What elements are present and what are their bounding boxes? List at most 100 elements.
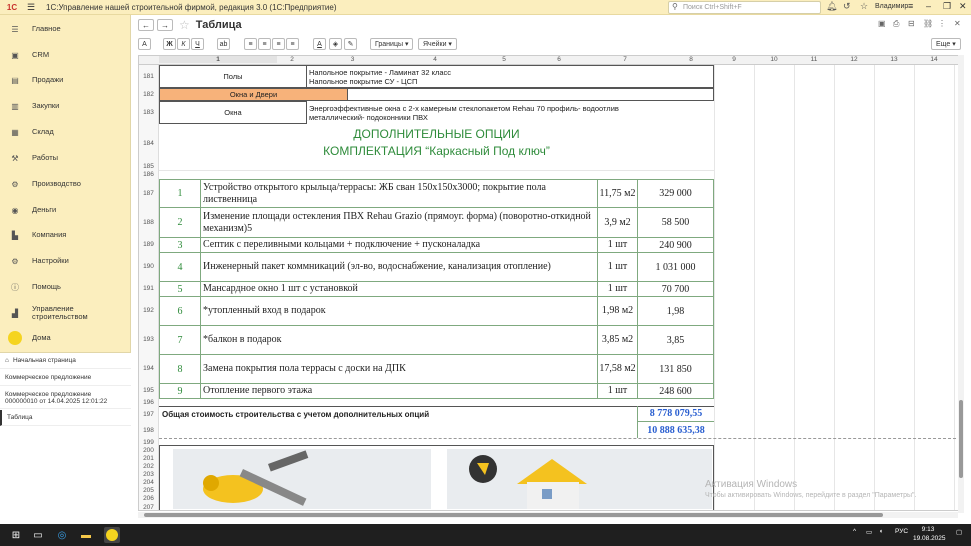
- onec-app-icon[interactable]: [104, 527, 120, 543]
- restore-icon[interactable]: ❐: [943, 1, 951, 12]
- pen-icon[interactable]: ✎: [344, 38, 357, 50]
- row-number[interactable]: 191: [139, 281, 159, 296]
- bell-icon[interactable]: 🔔︎: [826, 1, 837, 12]
- row-number[interactable]: 188: [139, 207, 159, 237]
- open-window-offer[interactable]: Коммерческое предложение: [0, 370, 131, 386]
- preview-icon[interactable]: ⊟: [908, 19, 915, 28]
- row-number[interactable]: 193: [139, 325, 159, 354]
- row-number[interactable]: 186: [139, 170, 159, 179]
- user-name[interactable]: Владимир: [875, 3, 908, 10]
- main-menu-icon[interactable]: ☰: [24, 2, 38, 13]
- option-text[interactable]: Изменение площади остекления ПВХ Rehau G…: [200, 207, 598, 238]
- forward-button[interactable]: →: [157, 19, 173, 31]
- row-number[interactable]: 197: [139, 406, 159, 422]
- option-price[interactable]: 3,85: [637, 325, 714, 355]
- text-color-icon[interactable]: A: [313, 38, 326, 50]
- sidebar-item-production[interactable]: ⚙ Производство: [0, 174, 131, 194]
- option-text[interactable]: Устройство открытого крыльца/террасы: ЖБ…: [200, 179, 598, 208]
- windows-start-icon[interactable]: ⊞: [8, 527, 24, 543]
- total-value-1[interactable]: 8 778 079,55: [637, 406, 714, 422]
- sidebar-item-purchases[interactable]: ▥ Закупки: [0, 96, 131, 116]
- row-number[interactable]: 184: [139, 124, 159, 162]
- link-icon[interactable]: ⛓: [923, 19, 933, 28]
- sidebar-item-help[interactable]: ⓘ Помощь: [0, 277, 131, 297]
- save-icon[interactable]: ▣: [878, 19, 886, 28]
- row-number[interactable]: 205: [139, 486, 159, 494]
- option-number[interactable]: 4: [159, 252, 201, 282]
- cells-dropdown[interactable]: Ячейки ▾: [418, 38, 457, 50]
- option-text[interactable]: Септик с переливными кольцами + подключе…: [200, 237, 598, 253]
- vertical-scrollbar[interactable]: [958, 55, 964, 513]
- row-number[interactable]: 185: [139, 162, 159, 170]
- option-qty[interactable]: 17,58 м2: [597, 354, 638, 384]
- column-header[interactable]: 9: [714, 56, 754, 63]
- option-price[interactable]: 329 000: [637, 179, 714, 208]
- sidebar-item-houses[interactable]: Дома: [0, 328, 131, 348]
- option-text[interactable]: Замена покрытия пола террасы с доски на …: [200, 354, 598, 384]
- option-number[interactable]: 7: [159, 325, 201, 355]
- option-text[interactable]: Отопление первого этажа: [200, 383, 598, 399]
- sidebar-item-construction[interactable]: ▟ Управление строительством: [0, 303, 131, 323]
- scroll-thumb[interactable]: [144, 513, 883, 517]
- notifications-icon[interactable]: ▢: [956, 528, 962, 536]
- spreadsheet[interactable]: 1 2 3 4 5 6 7 8 9 10 11 12 13 14 181 182…: [138, 55, 960, 511]
- more-dropdown[interactable]: Еще ▾: [931, 38, 961, 50]
- favorite-star-icon[interactable]: ☆: [179, 18, 190, 32]
- sidebar-item-warehouse[interactable]: ▦ Склад: [0, 122, 131, 142]
- option-text[interactable]: Инженерный пакет коммникаций (эл-во, вод…: [200, 252, 598, 282]
- align-left-icon[interactable]: ≡: [244, 38, 257, 50]
- total-value-2[interactable]: 10 888 635,38: [637, 422, 714, 438]
- clock-date[interactable]: 19.08.2025: [913, 535, 946, 542]
- align-center-icon[interactable]: ≡: [258, 38, 271, 50]
- settings-sliders-icon[interactable]: ≡: [908, 1, 913, 11]
- option-price[interactable]: 240 900: [637, 237, 714, 253]
- favorites-star-icon[interactable]: ☆: [860, 1, 868, 12]
- network-icon[interactable]: ▭: [866, 528, 872, 536]
- row-number[interactable]: 199: [139, 438, 159, 446]
- option-number[interactable]: 5: [159, 281, 201, 297]
- font-button[interactable]: A: [138, 38, 151, 50]
- row-number[interactable]: 195: [139, 383, 159, 398]
- column-header[interactable]: 10: [754, 56, 794, 63]
- option-price[interactable]: 1,98: [637, 296, 714, 326]
- row-number[interactable]: 206: [139, 494, 159, 502]
- floors-label-cell[interactable]: Полы: [159, 65, 307, 88]
- open-window-offer-doc[interactable]: Коммерческое предложение 000000010 от 14…: [0, 387, 131, 409]
- row-number[interactable]: 198: [139, 422, 159, 438]
- row-number[interactable]: 204: [139, 478, 159, 486]
- row-number[interactable]: 202: [139, 462, 159, 470]
- close-icon[interactable]: ✕: [959, 1, 967, 12]
- align-justify-icon[interactable]: ≡: [286, 38, 299, 50]
- explorer-icon[interactable]: ▬: [78, 527, 94, 543]
- row-number[interactable]: 181: [139, 65, 159, 88]
- option-qty[interactable]: 1 шт: [597, 281, 638, 297]
- close-doc-icon[interactable]: ✕: [954, 19, 961, 28]
- row-number[interactable]: 190: [139, 252, 159, 281]
- option-price[interactable]: 58 500: [637, 207, 714, 238]
- column-header[interactable]: 3: [307, 56, 398, 63]
- row-number[interactable]: 201: [139, 454, 159, 462]
- row-number[interactable]: 189: [139, 237, 159, 252]
- sidebar-item-money[interactable]: ◉ Деньги: [0, 200, 131, 220]
- underline-button[interactable]: Ч: [191, 38, 204, 50]
- option-qty[interactable]: 1 шт: [597, 252, 638, 282]
- option-number[interactable]: 6: [159, 296, 201, 326]
- minimize-icon[interactable]: –: [926, 1, 931, 11]
- column-header[interactable]: 2: [277, 56, 307, 63]
- row-number[interactable]: 203: [139, 470, 159, 478]
- back-button[interactable]: ←: [138, 19, 154, 31]
- open-window-table[interactable]: Таблица: [0, 410, 131, 426]
- column-header[interactable]: 8: [668, 56, 714, 63]
- sidebar-item-crm[interactable]: ▣ CRM: [0, 45, 131, 65]
- option-number[interactable]: 3: [159, 237, 201, 253]
- windows-desc-cell[interactable]: Энергоэффективные окна с 2-х камерным ст…: [307, 101, 714, 124]
- column-header[interactable]: 12: [834, 56, 874, 63]
- option-number[interactable]: 2: [159, 207, 201, 238]
- option-qty[interactable]: 1,98 м2: [597, 296, 638, 326]
- sidebar-item-sales[interactable]: ▤ Продажи: [0, 70, 131, 90]
- search-input[interactable]: ⚲ Поиск Ctrl+Shift+F: [668, 1, 821, 14]
- column-header[interactable]: 6: [536, 56, 582, 63]
- scroll-thumb[interactable]: [959, 400, 963, 478]
- edge-icon[interactable]: ◎: [54, 527, 70, 543]
- sidebar-item-main[interactable]: ☰ Главное: [0, 19, 131, 39]
